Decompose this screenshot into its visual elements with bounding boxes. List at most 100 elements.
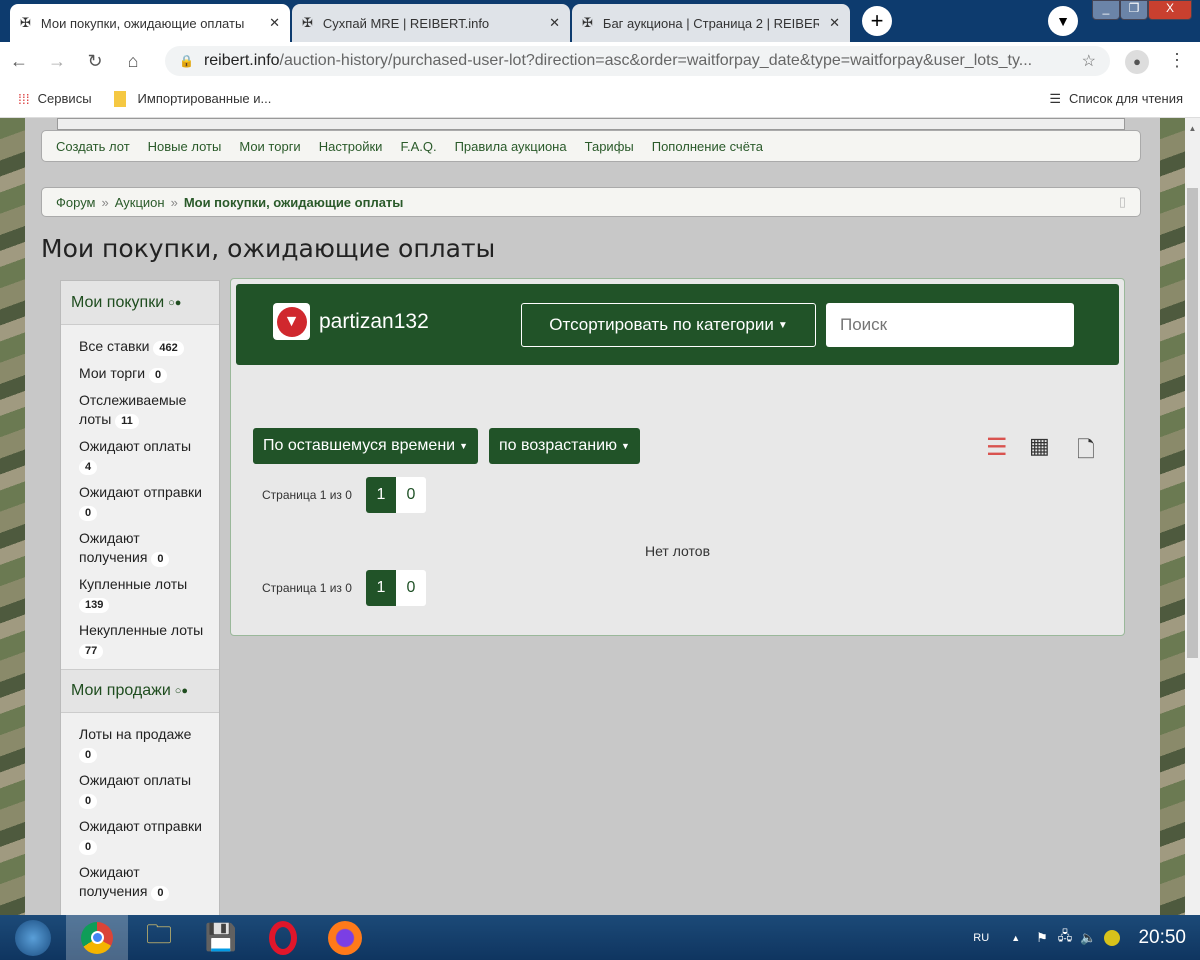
count-badge: 0 bbox=[79, 506, 98, 521]
star-icon[interactable]: ☆ bbox=[1082, 51, 1096, 71]
forward-icon[interactable]: → bbox=[38, 51, 76, 72]
sidebar-item[interactable]: Ожидают получения 0 bbox=[61, 525, 219, 571]
reading-list[interactable]: Список для чтения bbox=[1069, 91, 1183, 106]
address-bar[interactable]: 🔒 reibert.info/auction-history/purchased… bbox=[165, 46, 1110, 76]
breadcrumb-auction[interactable]: Аукцион bbox=[115, 195, 165, 210]
breadcrumb-sep: » bbox=[101, 194, 109, 210]
profile-icon[interactable]: ● bbox=[1125, 50, 1149, 74]
close-tab-icon[interactable]: ✕ bbox=[829, 15, 840, 31]
language-indicator[interactable]: RU bbox=[973, 932, 989, 944]
pagination-bottom: Страница 1 из 0 10 bbox=[262, 570, 426, 606]
scrollbar[interactable]: ▲ bbox=[1185, 118, 1200, 915]
page-label: Страница 1 из 0 bbox=[262, 581, 352, 595]
sort-order-button[interactable]: по возрастанию ▼ bbox=[489, 428, 640, 464]
page-link[interactable]: 0 bbox=[395, 477, 426, 513]
sidebar-item[interactable]: Ожидают отправки 0 bbox=[61, 813, 219, 859]
nav-top-up[interactable]: Пополнение счёта bbox=[652, 139, 763, 154]
page-link[interactable]: 0 bbox=[395, 570, 426, 606]
maximize-button[interactable]: ❐ bbox=[1120, 0, 1148, 20]
firefox-taskbar-icon[interactable] bbox=[314, 915, 376, 960]
close-window-button[interactable]: X bbox=[1148, 0, 1192, 20]
flag-icon[interactable]: ⚑ bbox=[1036, 930, 1048, 946]
sidebar-item[interactable]: Ожидают отправки 0 bbox=[61, 479, 219, 525]
sidebar-item[interactable]: Ожидают оплаты 4 bbox=[61, 433, 219, 479]
page-current[interactable]: 1 bbox=[365, 477, 396, 513]
close-tab-icon[interactable]: ✕ bbox=[269, 15, 280, 31]
minimize-button[interactable]: _ bbox=[1092, 0, 1120, 20]
sidebar-item[interactable]: Ожидают оплаты 0 bbox=[61, 767, 219, 813]
toggle-icon: ○● bbox=[174, 685, 189, 697]
tab-title: Сухпай MRE | REIBERT.info bbox=[322, 15, 490, 31]
list-view-icon[interactable]: ☰ bbox=[986, 433, 1008, 462]
document-view-icon[interactable]: 🗋 bbox=[1077, 433, 1095, 471]
new-tab-button[interactable]: + bbox=[862, 6, 892, 36]
tray-expand-icon[interactable]: ▲ bbox=[1011, 933, 1020, 943]
top-tabs-strip bbox=[57, 118, 1125, 130]
tab-2[interactable]: ✠ Сухпай MRE | REIBERT.info ✕ bbox=[292, 4, 570, 42]
nav-create-lot[interactable]: Создать лот bbox=[56, 139, 130, 154]
tab-3[interactable]: ✠ Баг аукциона | Страница 2 | REIBERT ✕ bbox=[572, 4, 850, 42]
purchases-header[interactable]: Мои покупки ○● bbox=[61, 281, 219, 325]
caret-down-icon: ▼ bbox=[621, 441, 630, 451]
page-label: Страница 1 из 0 bbox=[262, 488, 352, 502]
nav-settings[interactable]: Настройки bbox=[319, 139, 383, 154]
bookmark-services[interactable]: Сервисы bbox=[38, 91, 92, 106]
tab-search-icon[interactable]: ▼ bbox=[1048, 6, 1078, 36]
home-icon[interactable]: ⌂ bbox=[114, 51, 152, 72]
nav-tariffs[interactable]: Тарифы bbox=[585, 139, 634, 154]
sidebar-item[interactable]: Все ставки 462 bbox=[61, 333, 219, 360]
sidebar-item[interactable]: Мои торги 0 bbox=[61, 360, 219, 387]
sidebar-item-label: Ожидают отправки bbox=[79, 484, 202, 500]
count-badge: 139 bbox=[79, 598, 110, 613]
sort-time-label: По оставшемуся времени bbox=[263, 437, 456, 454]
close-tab-icon[interactable]: ✕ bbox=[549, 15, 560, 31]
iron-cross-icon: ✠ bbox=[20, 15, 31, 30]
breadcrumb-forum[interactable]: Форум bbox=[56, 195, 96, 210]
count-badge: 462 bbox=[153, 341, 184, 356]
explorer-taskbar-icon[interactable]: 🗀 bbox=[128, 915, 190, 960]
toggle-icon: ○● bbox=[168, 296, 182, 309]
username: partizan132 bbox=[319, 310, 429, 333]
start-button[interactable] bbox=[0, 915, 66, 960]
page-current[interactable]: 1 bbox=[365, 570, 396, 606]
scrollbar-thumb[interactable] bbox=[1187, 188, 1198, 658]
count-badge: 0 bbox=[151, 552, 170, 567]
back-icon[interactable]: ← bbox=[0, 51, 38, 72]
sidebar-item-label: Ожидают отправки bbox=[79, 818, 202, 834]
iron-cross-icon: ✠ bbox=[582, 15, 593, 30]
sidebar-item[interactable]: Купленные лоты 139 bbox=[61, 571, 219, 617]
sidebar-item[interactable]: Отслеживаемые лоты 11 bbox=[61, 387, 219, 433]
clock[interactable]: 20:50 bbox=[1138, 927, 1186, 949]
category-sort-button[interactable]: Отсортировать по категории ▼ bbox=[521, 303, 816, 347]
tray-app-icon[interactable] bbox=[1104, 929, 1121, 946]
camo-background-right bbox=[1160, 118, 1185, 915]
save-taskbar-icon[interactable]: 💾 bbox=[190, 915, 252, 960]
sidebar-item-label: Некупленные лоты bbox=[79, 622, 204, 638]
reload-icon[interactable]: ↻ bbox=[76, 51, 114, 72]
taskbar: 🗀 💾 RU ▲ ⚑ 🖧 🔈 20:50 bbox=[0, 915, 1200, 960]
nav-new-lots[interactable]: Новые лоты bbox=[148, 139, 222, 154]
document-icon: ▯ bbox=[1118, 194, 1126, 209]
count-badge: 0 bbox=[151, 886, 170, 901]
sidebar-item[interactable]: Некупленные лоты 77 bbox=[61, 617, 219, 663]
sort-time-button[interactable]: По оставшемуся времени ▼ bbox=[253, 428, 479, 464]
nav-rules[interactable]: Правила аукциона bbox=[455, 139, 567, 154]
chrome-taskbar-icon[interactable] bbox=[66, 915, 128, 960]
sidebar-item[interactable]: Ожидают получения 0 bbox=[61, 859, 219, 905]
sidebar-item[interactable]: Лоты на продаже 0 bbox=[61, 721, 219, 767]
tab-active[interactable]: ✠ Мои покупки, ожидающие оплаты ✕ bbox=[10, 4, 290, 42]
menu-icon[interactable]: ⋮ bbox=[1168, 50, 1186, 71]
bookmark-imported[interactable]: Импортированные и... bbox=[138, 91, 272, 106]
search-input[interactable] bbox=[826, 303, 1074, 347]
nav-faq[interactable]: F.A.Q. bbox=[400, 139, 436, 154]
network-icon[interactable]: 🖧 bbox=[1058, 927, 1073, 949]
lots-panel: ▼ partizan132 Отсортировать по категории… bbox=[230, 278, 1125, 636]
category-sort-label: Отсортировать по категории bbox=[549, 315, 774, 334]
opera-taskbar-icon[interactable] bbox=[252, 915, 314, 960]
sales-header[interactable]: Мои продажи ○● bbox=[61, 669, 219, 713]
lock-icon: 🔒 bbox=[179, 54, 194, 68]
volume-icon[interactable]: 🔈 bbox=[1080, 930, 1096, 946]
nav-my-bids[interactable]: Мои торги bbox=[239, 139, 300, 154]
grid-view-icon[interactable]: ▦ bbox=[1029, 433, 1050, 459]
caret-down-icon: ▼ bbox=[459, 441, 469, 451]
